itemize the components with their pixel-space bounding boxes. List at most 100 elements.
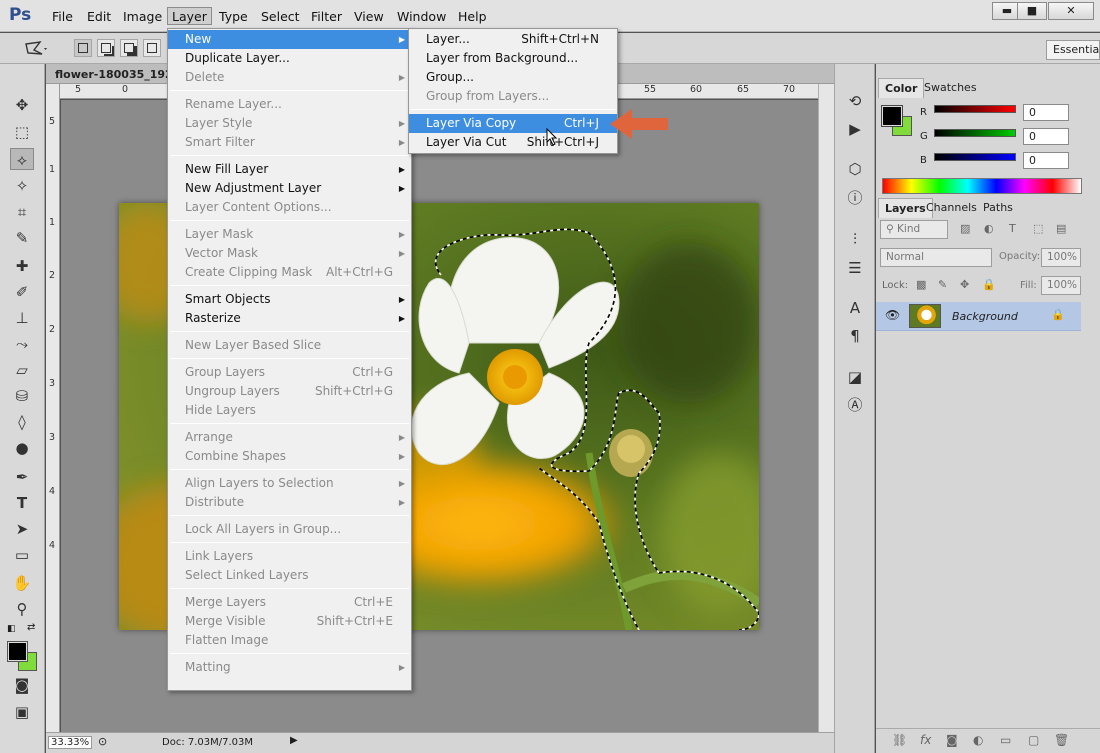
layer-style-icon[interactable]: fx — [920, 733, 931, 747]
tab-channels[interactable]: Channels — [920, 198, 983, 218]
move-tool-icon[interactable]: ✥ — [10, 94, 34, 116]
status-menu-arrow-icon[interactable]: ▶ — [290, 735, 298, 746]
lock-pixels-icon[interactable]: ✎ — [938, 278, 947, 291]
lasso-tool-icon[interactable]: ⟡ — [10, 148, 34, 170]
menu-item-layer-via-copy[interactable]: Layer Via Copy Ctrl+J — [409, 114, 617, 133]
history-panel-icon[interactable]: ⟲ — [845, 91, 865, 111]
styles-panel-icon[interactable]: ◪ — [845, 367, 865, 387]
link-layers-icon[interactable]: ⛓ — [892, 733, 907, 747]
paragraph-panel-icon[interactable]: ¶ — [845, 326, 865, 346]
red-value[interactable]: 0 — [1023, 104, 1069, 121]
eraser-tool-icon[interactable]: ▱ — [10, 359, 34, 381]
tab-paths[interactable]: Paths — [977, 198, 1019, 218]
layer-filter-select[interactable]: ⚲ Kind — [880, 220, 948, 239]
new-group-icon[interactable]: ▭ — [1000, 733, 1011, 747]
menu-window[interactable]: Window — [396, 8, 447, 26]
default-colors-icon[interactable]: ◧ — [7, 624, 16, 634]
stamp-tool-icon[interactable]: ⊥ — [10, 307, 34, 329]
quick-mask-icon[interactable]: ◙ — [10, 674, 34, 696]
fill-field[interactable]: 100% — [1041, 276, 1081, 295]
path-selection-tool-icon[interactable]: ➤ — [10, 518, 34, 540]
lock-all-icon[interactable]: 🔒 — [982, 278, 996, 291]
add-mask-icon[interactable]: ◙ — [946, 733, 958, 747]
zoom-tool-icon[interactable]: ⚲ — [10, 598, 34, 620]
new-selection-button[interactable] — [74, 39, 92, 57]
blend-mode-select[interactable]: Normal — [880, 248, 992, 267]
menu-item-layer-from-background[interactable]: Layer from Background... — [409, 49, 617, 68]
layer-name[interactable]: Background — [952, 310, 1018, 323]
healing-brush-tool-icon[interactable]: ✚ — [10, 255, 34, 277]
actions-panel-icon[interactable]: ▶ — [845, 119, 865, 139]
adjustments-panel-icon[interactable]: ☰ — [845, 258, 865, 278]
menu-item-duplicate-layer[interactable]: Duplicate Layer... — [168, 49, 411, 68]
history-brush-tool-icon[interactable]: ⤳ — [10, 333, 34, 355]
blur-tool-icon[interactable]: ◊ — [10, 411, 34, 433]
lock-transparency-icon[interactable]: ▩ — [916, 278, 926, 291]
foreground-color-swatch[interactable] — [7, 641, 28, 662]
maximize-button[interactable]: ■ — [1017, 2, 1047, 20]
dodge-tool-icon[interactable]: ● — [10, 437, 34, 459]
filter-smart-object-icon[interactable]: ▤ — [1056, 222, 1066, 235]
blue-value[interactable]: 0 — [1023, 152, 1069, 169]
menu-item-layer[interactable]: Layer... Shift+Ctrl+N — [409, 30, 617, 49]
info-panel-icon[interactable]: ⓘ — [845, 188, 865, 208]
brush-tool-icon[interactable]: ✐ — [10, 281, 34, 303]
zoom-level[interactable]: 33.33% — [48, 736, 93, 749]
lock-position-icon[interactable]: ✥ — [960, 278, 969, 291]
tab-swatches[interactable]: Swatches — [918, 78, 983, 98]
menu-item-new-adjustment-layer[interactable]: New Adjustment Layer ▶ — [168, 179, 411, 198]
magic-wand-tool-icon[interactable]: ✧ — [10, 175, 34, 197]
layer-row[interactable]: 👁 Background 🔒 — [876, 302, 1081, 331]
menu-type[interactable]: Type — [218, 8, 249, 26]
green-slider[interactable] — [934, 129, 1016, 137]
pen-tool-icon[interactable]: ✒ — [10, 466, 34, 488]
menu-layer[interactable]: Layer — [167, 7, 212, 25]
new-adjustment-icon[interactable]: ◐ — [973, 733, 983, 747]
marquee-tool-icon[interactable]: ⬚ — [10, 121, 34, 143]
status-info-icon[interactable]: ⊙ — [98, 735, 107, 748]
character-styles-panel-icon[interactable]: Ⓐ — [845, 395, 865, 415]
menu-item-new[interactable]: New ▶ — [168, 30, 411, 49]
subtract-selection-button[interactable] — [120, 39, 138, 57]
menu-select[interactable]: Select — [260, 8, 301, 26]
visibility-eye-icon[interactable]: 👁 — [885, 308, 900, 322]
green-value[interactable]: 0 — [1023, 128, 1069, 145]
menu-file[interactable]: File — [51, 8, 74, 26]
menu-view[interactable]: View — [353, 8, 385, 26]
menu-edit[interactable]: Edit — [86, 8, 112, 26]
workspace-switcher[interactable]: Essential — [1046, 40, 1100, 60]
paint-bucket-tool-icon[interactable]: ⛁ — [10, 385, 34, 407]
opacity-field[interactable]: 100% — [1041, 248, 1081, 267]
vertical-scrollbar[interactable] — [818, 84, 834, 732]
intersect-selection-button[interactable] — [143, 39, 161, 57]
screen-mode-icon[interactable]: ▣ — [10, 701, 34, 723]
swap-colors-icon[interactable]: ⇄ — [27, 622, 35, 633]
3d-panel-icon[interactable]: ⬡ — [845, 159, 865, 179]
blue-slider[interactable] — [934, 153, 1016, 161]
delete-layer-icon[interactable]: 🗑 — [1054, 733, 1069, 747]
filter-adjustment-icon[interactable]: ◐ — [984, 222, 994, 235]
menu-item-new-fill-layer[interactable]: New Fill Layer ▶ — [168, 160, 411, 179]
eyedropper-tool-icon[interactable]: ✎ — [10, 227, 34, 249]
color-spectrum[interactable] — [882, 178, 1082, 194]
type-tool-icon[interactable]: T — [10, 492, 34, 514]
menu-item-rasterize[interactable]: Rasterize ▶ — [168, 309, 411, 328]
filter-type-icon[interactable]: T — [1009, 222, 1016, 235]
new-layer-icon[interactable]: ▢ — [1028, 733, 1039, 747]
panel-foreground-color[interactable] — [881, 105, 903, 127]
polygonal-lasso-icon[interactable] — [22, 39, 48, 59]
filter-shape-icon[interactable]: ⬚ — [1033, 222, 1043, 235]
menu-item-smart-objects[interactable]: Smart Objects ▶ — [168, 290, 411, 309]
menu-item-group[interactable]: Group... — [409, 68, 617, 87]
crop-tool-icon[interactable]: ⌗ — [10, 201, 34, 223]
menu-item-layer-via-cut[interactable]: Layer Via Cut Shift+Ctrl+J — [409, 133, 617, 152]
menu-image[interactable]: Image — [122, 8, 163, 26]
menu-filter[interactable]: Filter — [310, 8, 343, 26]
red-slider[interactable] — [934, 105, 1016, 113]
hand-tool-icon[interactable]: ✋ — [10, 572, 34, 594]
character-panel-icon[interactable]: A — [845, 298, 865, 318]
filter-pixel-icon[interactable]: ▨ — [960, 222, 970, 235]
brush-panel-icon[interactable]: ⫶ — [845, 229, 865, 249]
add-selection-button[interactable] — [97, 39, 115, 57]
menu-help[interactable]: Help — [457, 8, 488, 26]
